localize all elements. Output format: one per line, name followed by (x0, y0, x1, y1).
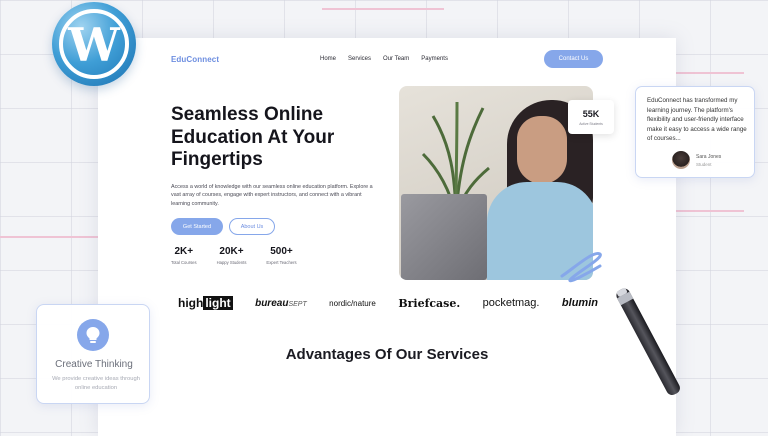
logo-part: light (203, 296, 233, 310)
partner-logo-pocketmag: pocketmag. (482, 297, 540, 309)
partner-logo-nordic: nordic/nature (329, 298, 376, 308)
scribble-decoration-icon (560, 251, 602, 283)
nav-links: Home Services Our Team Payments (320, 56, 448, 62)
nav-link-payments[interactable]: Payments (421, 56, 448, 62)
partner-logo-highlight: high light (178, 296, 233, 310)
stat-expert-teachers: 500+ Expert Teachers (266, 246, 296, 265)
logo-part: SEPT (288, 300, 307, 308)
partner-logo-briefcase: Briefcase. (398, 296, 461, 310)
decorative-line (676, 210, 744, 212)
partner-logo-bureau: bureauSEPT (255, 298, 307, 309)
testimonial-author: Sara Jones (696, 154, 722, 160)
hero-stats: 2K+ Total Courses 20K+ Happy Students 50… (171, 246, 297, 265)
testimonial-card: EduConnect has transformed my learning j… (635, 86, 755, 178)
nav-link-our-team[interactable]: Our Team (383, 56, 409, 62)
pen-icon (616, 287, 680, 395)
stat-value: 20K+ (219, 246, 244, 257)
stat-happy-students: 20K+ Happy Students (217, 246, 247, 265)
stat-label: Expert Teachers (266, 260, 297, 265)
avatar (672, 151, 690, 169)
testimonial-text: EduConnect has transformed my learning j… (647, 97, 747, 142)
partner-logo-blumin: blumin (561, 297, 598, 309)
active-students-badge: 55K Active Students (568, 100, 614, 134)
decorative-line (0, 236, 98, 238)
website-mockup: EduConnect Home Services Our Team Paymen… (98, 38, 676, 436)
lightbulb-icon (77, 319, 109, 351)
hero-description: Access a world of knowledge with our sea… (171, 184, 373, 207)
stat-label: Total Courses (171, 260, 197, 265)
partner-logos: high light bureauSEPT nordic/nature Brief… (178, 296, 598, 310)
badge-value: 55K (582, 108, 600, 119)
feature-title: Creative Thinking (55, 359, 133, 370)
contact-us-button[interactable]: Contact Us (544, 50, 603, 68)
stat-label: Happy Students (216, 260, 247, 265)
feature-card: Creative Thinking We provide creative id… (36, 304, 150, 404)
advantages-heading: Advantages Of Our Services (285, 346, 489, 363)
stat-value: 2K+ (174, 246, 194, 257)
decorative-line (322, 8, 444, 10)
person-face (517, 116, 567, 184)
stat-value: 500+ (270, 246, 293, 257)
testimonial-role: Student (696, 162, 712, 167)
hero-title: Seamless Online Education At Your Finger… (171, 104, 335, 170)
nav-link-home[interactable]: Home (320, 56, 336, 62)
decorative-line (676, 72, 744, 74)
logo-part: bureau (255, 297, 289, 309)
get-started-button[interactable]: Get Started (171, 218, 223, 235)
about-us-button[interactable]: About Us (229, 218, 275, 235)
wordpress-logo-ring: W (59, 9, 129, 79)
logo-part: high (178, 296, 204, 310)
nav-link-services[interactable]: Services (348, 56, 371, 62)
badge-label: Active Students (579, 121, 603, 126)
stat-total-courses: 2K+ Total Courses (171, 246, 197, 265)
brand-logo[interactable]: EduConnect (171, 55, 219, 64)
feature-description: We provide creative ideas through online… (52, 376, 140, 391)
laptop (401, 194, 487, 280)
wordpress-logo-icon: W (52, 2, 136, 86)
